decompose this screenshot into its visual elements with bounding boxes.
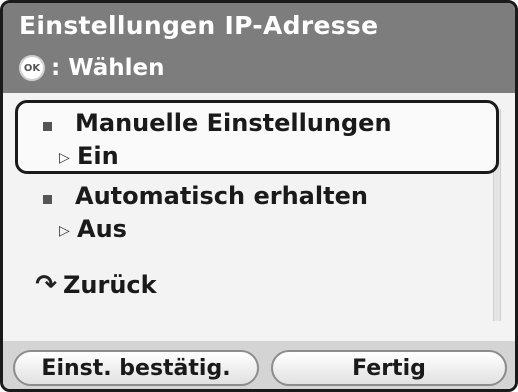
lcd-screen: Einstellungen IP-Adresse OK : Wählen Man…: [0, 0, 518, 392]
list-item-label: Automatisch erhalten: [75, 182, 368, 210]
list-item-auto-obtain[interactable]: Automatisch erhalten ▷ Aus: [15, 173, 499, 247]
page-title: Einstellungen IP-Adresse: [19, 11, 379, 40]
hint-text: Wählen: [68, 55, 165, 81]
list-item-value: Aus: [77, 215, 127, 243]
triangle-right-icon: ▷: [59, 223, 70, 239]
header-hint: OK : Wählen: [19, 53, 165, 83]
header: Einstellungen IP-Adresse OK : Wählen: [3, 3, 515, 93]
return-arrow-icon: ↶: [35, 270, 57, 300]
ok-button-icon: OK: [19, 55, 45, 81]
back-label: Zurück: [63, 271, 157, 299]
done-button[interactable]: Fertig: [271, 350, 507, 386]
square-bullet-icon: [43, 195, 52, 204]
square-bullet-icon: [43, 122, 52, 131]
footer-bar: Einst. bestätig. Fertig: [3, 341, 515, 389]
list-item-label: Manuelle Einstellungen: [75, 109, 392, 137]
hint-separator: :: [51, 55, 61, 81]
list-item-manual-settings[interactable]: Manuelle Einstellungen ▷ Ein: [15, 100, 499, 174]
confirm-settings-button[interactable]: Einst. bestätig.: [13, 350, 259, 386]
back-button[interactable]: ↶ Zurück: [27, 268, 157, 302]
triangle-right-icon: ▷: [59, 150, 70, 166]
list-item-value: Ein: [77, 142, 119, 170]
